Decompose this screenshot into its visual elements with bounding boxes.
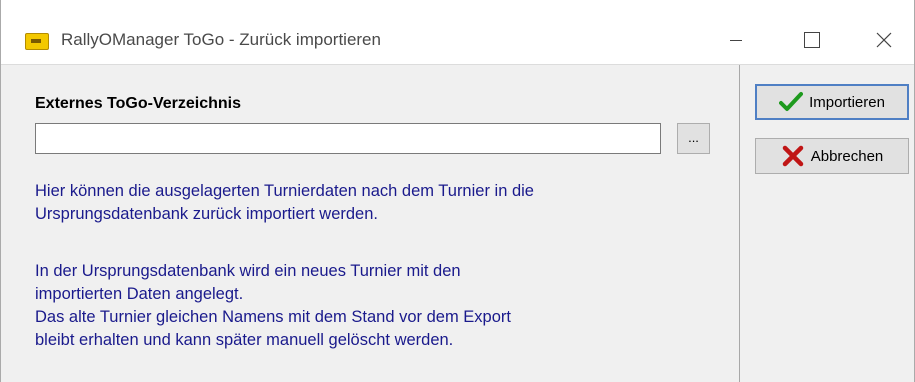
info-paragraph-2: In der Ursprungsdatenbank wird ein neues… [35,260,511,352]
info-line: Ursprungsdatenbank zurück importiert wer… [35,205,378,223]
main-panel: Externes ToGo-Verzeichnis ... Hier könne… [1,65,740,382]
close-icon [876,32,892,48]
info-line: Das alte Turnier gleichen Namens mit dem… [35,308,511,326]
close-button[interactable] [861,20,907,60]
import-dialog-window: RallyOManager ToGo - Zurück importieren … [0,0,915,382]
app-icon [25,33,49,50]
minimize-button[interactable] [713,20,759,60]
minimize-icon [730,39,742,41]
info-paragraph-1: Hier können die ausgelagerten Turnierdat… [35,180,534,226]
import-button[interactable]: Importieren [755,84,909,120]
import-button-label: Importieren [809,93,885,111]
cancel-button[interactable]: Abbrechen [755,138,909,174]
info-line: bleibt erhalten und kann später manuell … [35,331,454,349]
action-panel: Importieren Abbrechen [740,65,914,382]
red-x-icon [782,145,803,167]
cancel-button-label: Abbrechen [810,147,884,165]
info-line: importierten Daten angelegt. [35,285,244,303]
info-line: Hier können die ausgelagerten Turnierdat… [35,182,534,200]
title-bar: RallyOManager ToGo - Zurück importieren [1,0,914,65]
maximize-icon [804,32,820,48]
window-title: RallyOManager ToGo - Zurück importieren [61,30,381,49]
maximize-button[interactable] [789,20,835,60]
directory-label: Externes ToGo-Verzeichnis [35,95,241,112]
browse-button[interactable]: ... [677,123,710,154]
info-line: In der Ursprungsdatenbank wird ein neues… [35,262,461,280]
directory-input[interactable] [35,123,661,154]
checkmark-icon [779,92,804,111]
